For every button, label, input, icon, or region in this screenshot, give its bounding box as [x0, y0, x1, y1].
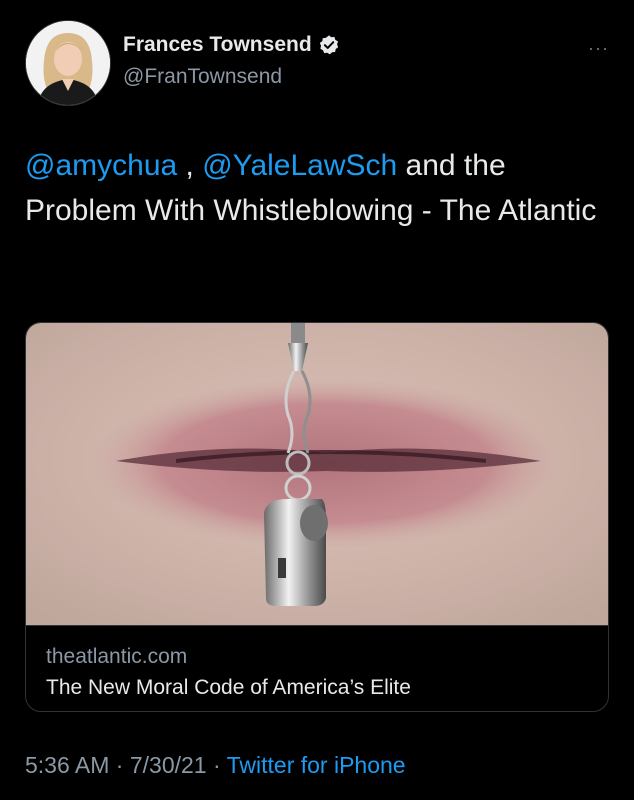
meta-separator: ·: [109, 752, 130, 778]
link-domain: theatlantic.com: [46, 645, 188, 668]
author-avatar[interactable]: [25, 20, 111, 106]
mention-link[interactable]: @YaleLawSch: [202, 149, 397, 182]
link-card-info: theatlantic.com The New Moral Code of Am…: [26, 625, 608, 711]
tweet-header: Frances Townsend @FranTownsend ···: [25, 20, 609, 110]
author-handle[interactable]: @FranTownsend: [123, 65, 282, 89]
whistle-between-lips-image: [26, 323, 608, 625]
more-options-icon[interactable]: ···: [588, 38, 609, 59]
author-name-row: Frances Townsend: [123, 33, 340, 57]
link-title[interactable]: The New Moral Code of America’s Elite: [46, 676, 411, 700]
author-display-name[interactable]: Frances Townsend: [123, 33, 312, 57]
text-separator: ,: [177, 149, 203, 182]
mention-link[interactable]: @amychua: [25, 149, 177, 182]
tweet-metadata: 5:36 AM · 7/30/21 · Twitter for iPhone: [25, 752, 406, 779]
tweet-time[interactable]: 5:36 AM: [25, 752, 109, 778]
tweet-text: @amychua , @YaleLawSch and the Problem W…: [25, 143, 605, 233]
verified-badge-icon: [319, 35, 338, 55]
tweet-source[interactable]: Twitter for iPhone: [227, 752, 406, 778]
meta-separator: ·: [206, 752, 227, 778]
profile-photo-icon: [26, 21, 110, 105]
tweet-date[interactable]: 7/30/21: [130, 752, 207, 778]
link-preview-card[interactable]: theatlantic.com The New Moral Code of Am…: [25, 322, 609, 712]
